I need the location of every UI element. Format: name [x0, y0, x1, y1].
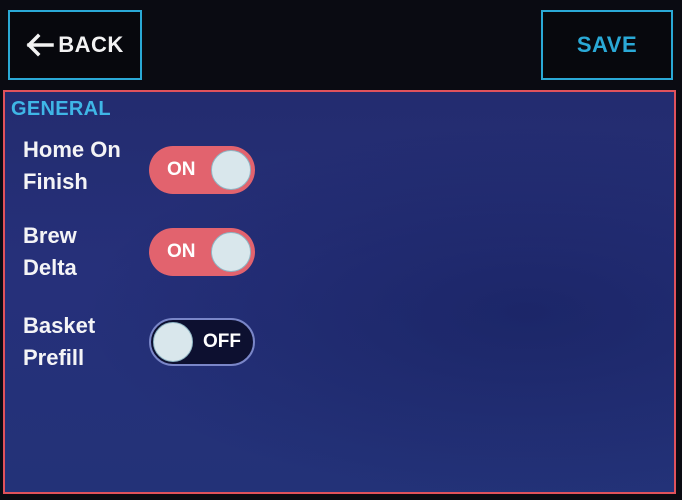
save-button-label: SAVE [576, 32, 638, 57]
setting-label-home-on-finish: Home On Finish [23, 134, 153, 198]
setting-label-brew-delta: Brew Delta [23, 220, 153, 284]
toggle-state-label: ON [167, 159, 196, 180]
arrow-left-icon [26, 33, 54, 57]
setting-label-basket-prefill: Basket Prefill [23, 310, 153, 374]
toggle-knob [211, 232, 251, 272]
setting-label-line: Delta [23, 255, 77, 280]
save-button[interactable]: SAVE [541, 10, 673, 80]
back-button[interactable]: BACK [8, 10, 142, 80]
toggle-knob [153, 322, 193, 362]
toggle-state-label: OFF [203, 331, 241, 352]
section-title: GENERAL [11, 98, 111, 120]
settings-panel: GENERAL Home On Finish ON Brew Delta ON … [3, 90, 676, 494]
toggle-state-label: ON [167, 241, 196, 262]
setting-label-line: Prefill [23, 345, 85, 370]
setting-label-line: Basket [23, 313, 96, 338]
setting-label-line: Brew [23, 223, 77, 248]
setting-label-line: Home On [23, 137, 121, 162]
toggle-basket-prefill[interactable]: OFF [149, 318, 255, 366]
back-button-label: BACK [58, 32, 124, 57]
toggle-home-on-finish[interactable]: ON [149, 146, 255, 194]
screen: BACK SAVE GENERAL Home On Finish ON Brew… [0, 0, 682, 500]
setting-label-line: Finish [23, 169, 88, 194]
toggle-brew-delta[interactable]: ON [149, 228, 255, 276]
toggle-knob [211, 150, 251, 190]
